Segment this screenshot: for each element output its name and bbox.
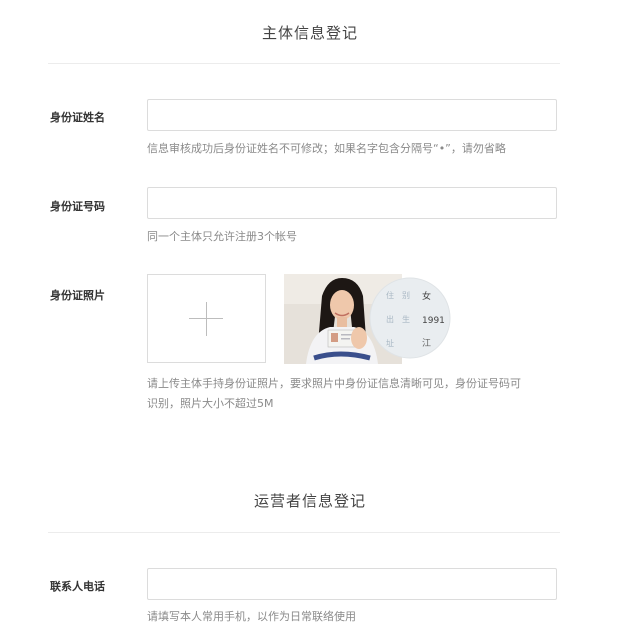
svg-text:住: 住 (386, 290, 394, 300)
operator-section-divider (48, 532, 560, 533)
svg-text:女: 女 (422, 290, 431, 302)
subject-section-title: 主体信息登记 (261, 24, 358, 42)
id-name-hint: 信息审核成功后身份证姓名不可修改；如果名字包含分隔号“•”，请勿省略 (147, 142, 506, 155)
subject-section-divider (48, 63, 560, 64)
contact-phone-input[interactable] (147, 568, 557, 600)
svg-text:址: 址 (386, 338, 394, 348)
id-name-label: 身份证姓名 (50, 111, 105, 124)
svg-text:1991: 1991 (422, 316, 445, 326)
contact-phone-hint: 请填写本人常用手机，以作为日常联络使用 (147, 610, 356, 623)
operator-section-title: 运营者信息登记 (253, 492, 366, 510)
id-number-input[interactable] (147, 187, 557, 219)
id-name-input[interactable] (147, 99, 557, 131)
svg-text:别: 别 (402, 291, 410, 300)
id-photo-label: 身份证照片 (50, 289, 105, 302)
contact-phone-label: 联系人电话 (50, 580, 105, 593)
sample-id-photo: 住 别 女 出 生 1991 址 江 (284, 274, 451, 364)
svg-text:生: 生 (402, 314, 410, 324)
svg-text:江: 江 (422, 338, 431, 349)
svg-text:出: 出 (386, 314, 394, 324)
id-photo-hint: 请上传主体手持身份证照片，要求照片中身份证信息清晰可见，身份证号码可 识别，照片… (147, 377, 521, 410)
id-number-label: 身份证号码 (50, 200, 105, 213)
id-photo-upload-button[interactable] (147, 274, 266, 363)
id-number-hint: 同一个主体只允许注册3个帐号 (147, 230, 297, 243)
